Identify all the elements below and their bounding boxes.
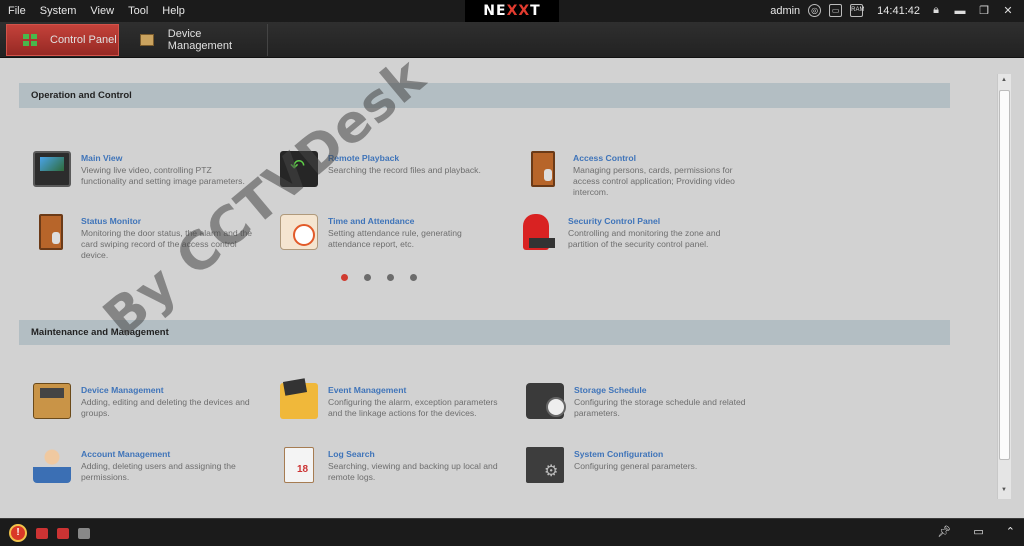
item-desc: Configuring the storage schedule and rel… bbox=[574, 397, 746, 419]
item-desc: Viewing live video, controlling PTZ func… bbox=[81, 165, 245, 187]
user-icon bbox=[33, 447, 71, 483]
item-title[interactable]: Storage Schedule bbox=[574, 385, 647, 395]
status-bar: ! 📌︎ ▭ ⌃ bbox=[0, 518, 1024, 546]
section-operation-control: Operation and Control bbox=[19, 83, 950, 108]
status-icons: ! bbox=[9, 524, 90, 542]
item-security-control-panel[interactable]: Security Control Panel Controlling and m… bbox=[520, 214, 750, 266]
vertical-scrollbar[interactable]: ▲ ▼ bbox=[997, 74, 1011, 499]
tab-label: Control Panel bbox=[50, 34, 117, 46]
siren-icon bbox=[523, 214, 555, 250]
item-desc: Controlling and monitoring the zone and … bbox=[568, 228, 721, 250]
menu-tool[interactable]: Tool bbox=[128, 5, 148, 17]
close-icon[interactable]: ✕ bbox=[1000, 4, 1016, 17]
scroll-up-icon[interactable]: ▲ bbox=[1001, 77, 1007, 83]
item-desc: Managing persons, cards, permissions for… bbox=[573, 165, 735, 198]
item-title[interactable]: Time and Attendance bbox=[328, 216, 414, 226]
speaker-mute-icon[interactable] bbox=[78, 527, 90, 539]
alarm-warning-icon[interactable]: ! bbox=[9, 524, 27, 542]
item-title[interactable]: Log Search bbox=[328, 449, 375, 459]
status-controls: 📌︎ ▭ ⌃ bbox=[937, 525, 1015, 538]
globe-icon[interactable]: ◎ bbox=[808, 4, 822, 17]
carousel-dot-3[interactable] bbox=[387, 274, 394, 281]
pin-icon[interactable]: 📌︎ bbox=[937, 525, 951, 538]
scroll-down-icon[interactable]: ▼ bbox=[1001, 487, 1007, 493]
ram-icon: RAM bbox=[850, 4, 865, 17]
item-title[interactable]: Access Control bbox=[573, 153, 636, 163]
carousel-dot-1[interactable] bbox=[341, 274, 348, 281]
collapse-icon[interactable]: ⌃ bbox=[1006, 525, 1015, 538]
menu-system[interactable]: System bbox=[40, 5, 77, 17]
menu-file[interactable]: File bbox=[8, 5, 26, 17]
item-desc: Setting attendance rule, generating atte… bbox=[328, 228, 462, 250]
item-system-configuration[interactable]: System Configuration Configuring general… bbox=[526, 447, 756, 499]
control-panel-main: Operation and Control Main View Viewing … bbox=[0, 47, 1024, 518]
alarm-event-icon[interactable] bbox=[36, 527, 48, 539]
clock-time: 14:41:42 bbox=[877, 4, 920, 17]
lock-icon[interactable]: 🔒︎ bbox=[928, 4, 944, 17]
item-storage-schedule[interactable]: Storage Schedule Configuring the storage… bbox=[526, 383, 756, 435]
item-access-control[interactable]: Access Control Managing persons, cards, … bbox=[525, 151, 755, 203]
item-log-search[interactable]: Log Search Searching, viewing and backin… bbox=[284, 447, 514, 499]
menubar: File System View Tool Help NEXXT admin ◎… bbox=[0, 0, 1024, 22]
tab-control-panel[interactable]: Control Panel bbox=[6, 24, 119, 56]
monitor-icon bbox=[33, 151, 71, 187]
tab-device-management[interactable]: Device Management bbox=[128, 24, 268, 56]
item-desc: Configuring general parameters. bbox=[574, 461, 698, 471]
minimize-icon[interactable]: ▬ bbox=[952, 5, 968, 17]
item-title[interactable]: Device Management bbox=[81, 385, 164, 395]
device-management-icon bbox=[140, 34, 154, 46]
device-icon bbox=[33, 383, 71, 419]
event-icon bbox=[280, 383, 318, 419]
door-monitor-icon bbox=[39, 214, 63, 250]
scroll-thumb[interactable] bbox=[999, 90, 1010, 460]
item-title[interactable]: Status Monitor bbox=[81, 216, 141, 226]
item-time-attendance[interactable]: Time and Attendance Setting attendance r… bbox=[280, 214, 510, 266]
menu-view[interactable]: View bbox=[90, 5, 114, 17]
door-icon bbox=[531, 151, 555, 187]
username: admin bbox=[770, 4, 801, 17]
item-title[interactable]: Event Management bbox=[328, 385, 406, 395]
item-desc: Searching, viewing and backing up local … bbox=[328, 461, 498, 483]
item-title[interactable]: Account Management bbox=[81, 449, 170, 459]
control-panel-icon bbox=[23, 34, 37, 46]
item-title[interactable]: System Configuration bbox=[574, 449, 663, 459]
item-device-management[interactable]: Device Management Adding, editing and de… bbox=[33, 383, 263, 435]
log-calendar-icon bbox=[284, 447, 314, 483]
menu: File System View Tool Help bbox=[8, 5, 199, 17]
item-desc: Searching the record files and playback. bbox=[328, 165, 481, 175]
item-title[interactable]: Main View bbox=[81, 153, 122, 163]
item-account-management[interactable]: Account Management Adding, deleting user… bbox=[33, 447, 263, 499]
camera-schedule-icon bbox=[526, 383, 566, 419]
carousel-dot-4[interactable] bbox=[410, 274, 417, 281]
restore-icon[interactable]: ❐ bbox=[976, 4, 992, 17]
menu-help[interactable]: Help bbox=[162, 5, 185, 17]
tab-bar: Control Panel Device Management bbox=[0, 22, 1024, 58]
monitor-status-icon: ▭ bbox=[829, 4, 843, 17]
brand-logo: NEXXT bbox=[465, 0, 559, 22]
carousel-dots bbox=[341, 274, 417, 281]
item-event-management[interactable]: Event Management Configuring the alarm, … bbox=[280, 383, 510, 435]
record-alert-icon[interactable] bbox=[57, 527, 69, 539]
status-area: admin ◎ ▭ RAM 14:41:42 🔒︎ ▬ ❐ ✕ bbox=[770, 4, 1016, 17]
item-desc: Adding, deleting users and assigning the… bbox=[81, 461, 236, 483]
item-desc: Adding, editing and deleting the devices… bbox=[81, 397, 250, 419]
item-desc: Configuring the alarm, exception paramet… bbox=[328, 397, 498, 419]
tab-label: Device Management bbox=[167, 28, 233, 52]
item-title[interactable]: Security Control Panel bbox=[568, 216, 660, 226]
carousel-dot-2[interactable] bbox=[364, 274, 371, 281]
system-config-icon bbox=[526, 447, 564, 483]
window-icon[interactable]: ▭ bbox=[973, 525, 983, 538]
